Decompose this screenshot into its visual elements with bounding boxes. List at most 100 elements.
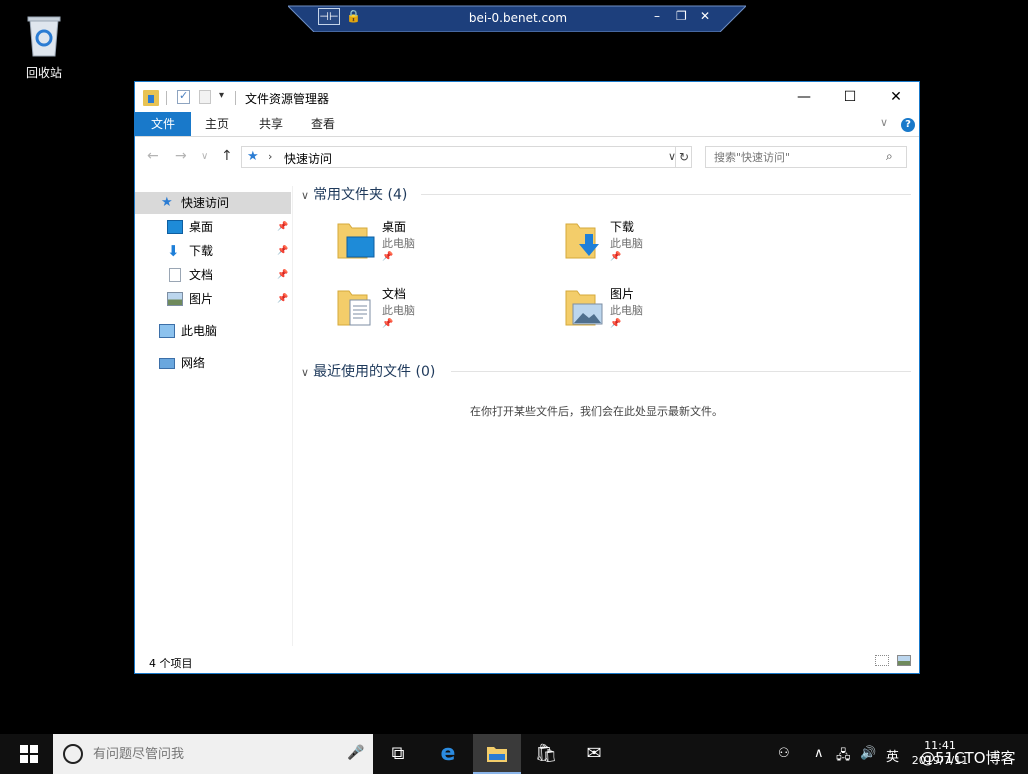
collapse-chevron-icon[interactable]: ∨	[301, 189, 309, 202]
empty-recent-message: 在你打开某些文件后，我们会在此处显示最新文件。	[470, 405, 723, 418]
nav-item-this-pc[interactable]: 此电脑	[135, 320, 291, 342]
people-icon[interactable]: ⚇	[778, 746, 790, 761]
properties-icon[interactable]	[177, 89, 190, 104]
pin-icon[interactable]: 📌	[382, 252, 393, 262]
window-title: 文件资源管理器	[245, 92, 330, 106]
refresh-icon[interactable]: ↻	[675, 146, 692, 168]
address-location[interactable]: 快速访问	[284, 150, 332, 167]
divider	[421, 194, 911, 195]
nav-item-label: 下载	[189, 244, 214, 258]
pin-icon[interactable]: 📌	[382, 319, 393, 329]
task-view-icon[interactable]: ⧉	[374, 734, 422, 774]
lock-icon: 🔒	[346, 9, 361, 23]
recycle-bin-label: 回收站	[25, 66, 62, 80]
microphone-icon[interactable]: 🎤	[347, 745, 364, 761]
nav-item-label: 网络	[181, 356, 206, 370]
input-language[interactable]: 英	[886, 746, 899, 765]
remote-host-title: bei-0.benet.com	[468, 11, 568, 25]
pin-icon[interactable]: 📌	[277, 288, 288, 310]
folder-name: 图片	[610, 287, 635, 301]
nav-item-desktop[interactable]: 桌面 📌	[135, 216, 291, 238]
pin-icon[interactable]: 📌	[277, 264, 288, 286]
remote-desktop-bar: ⊣⊢ 🔒 bei-0.benet.com – ❐ ✕	[288, 0, 746, 32]
taskbar-search-box[interactable]: 🎤	[53, 734, 373, 774]
file-explorer-window: ▾ 文件资源管理器 — ☐ ✕ 文件 主页 共享 查看 ∨ ? ← → ∨ ↑ …	[134, 81, 920, 674]
navigation-pane: ★ 快速访问 桌面 📌 ⬇ 下载 📌 文档 📌 图片 📌 此电脑 网络	[135, 186, 293, 646]
nav-item-quick-access[interactable]: ★ 快速访问	[135, 192, 291, 214]
folder-tile-desktop[interactable]: 桌面 此电脑 📌	[337, 218, 547, 274]
tab-file[interactable]: 文件	[135, 112, 191, 136]
nav-item-downloads[interactable]: ⬇ 下载 📌	[135, 240, 291, 262]
folder-location: 此电脑	[610, 304, 643, 317]
remote-minimize-button[interactable]: –	[654, 9, 660, 23]
remote-restore-button[interactable]: ❐	[676, 9, 687, 23]
nav-item-label: 文档	[189, 268, 214, 282]
download-icon: ⬇	[167, 242, 180, 260]
documents-folder-icon	[337, 290, 371, 326]
nav-item-network[interactable]: 网络	[135, 352, 291, 374]
file-explorer-taskbar-icon[interactable]	[473, 734, 521, 774]
large-icons-view-icon[interactable]	[897, 655, 911, 666]
group-heading-text: 最近使用的文件 (0)	[313, 364, 436, 380]
desktop-folder-icon	[337, 223, 375, 259]
cortana-icon[interactable]	[63, 744, 83, 764]
folder-tile-downloads[interactable]: 下载 此电脑 📌	[565, 218, 775, 274]
details-view-icon[interactable]	[875, 655, 889, 666]
maximize-button[interactable]: ☐	[827, 82, 873, 112]
folder-tile-documents[interactable]: 文档 此电脑 📌	[337, 285, 547, 341]
back-arrow-icon[interactable]: ←	[147, 148, 159, 164]
remote-close-button[interactable]: ✕	[700, 9, 710, 23]
mail-icon[interactable]: ✉	[570, 734, 618, 774]
address-bar[interactable]: ★ › 快速访问 ∨	[241, 146, 692, 168]
search-box[interactable]: ⌕	[705, 146, 907, 168]
tab-share[interactable]: 共享	[251, 112, 291, 136]
divider	[451, 371, 911, 372]
recycle-bin[interactable]: 回收站	[14, 12, 74, 81]
frequent-folders-heading[interactable]: ∨ 常用文件夹 (4)	[301, 184, 407, 204]
network-warning-icon[interactable]: 🖧	[836, 746, 851, 768]
edge-browser-icon[interactable]: e	[424, 734, 472, 774]
help-icon[interactable]: ?	[901, 118, 915, 132]
pin-icon[interactable]: 📌	[277, 216, 288, 238]
minimize-button[interactable]: —	[781, 82, 827, 112]
folder-name: 文档	[382, 287, 407, 301]
folder-location: 此电脑	[382, 304, 415, 317]
pin-icon[interactable]: ⊣⊢	[318, 8, 340, 25]
expand-ribbon-chevron-icon[interactable]: ∨	[880, 116, 888, 129]
forward-arrow-icon[interactable]: →	[175, 148, 187, 164]
nav-item-label: 图片	[189, 292, 214, 306]
nav-item-documents[interactable]: 文档 📌	[135, 264, 291, 286]
taskbar-search-input[interactable]	[93, 744, 333, 764]
recent-files-heading[interactable]: ∨ 最近使用的文件 (0)	[301, 361, 435, 381]
recent-locations-chevron-icon[interactable]: ∨	[201, 151, 208, 162]
desktop-icon	[167, 220, 183, 234]
pin-icon[interactable]: 📌	[277, 240, 288, 262]
volume-icon[interactable]: 🔊	[860, 746, 876, 761]
folder-location: 此电脑	[382, 237, 415, 250]
breadcrumb-chevron-icon[interactable]: ›	[268, 150, 272, 163]
tab-view[interactable]: 查看	[303, 112, 343, 136]
recycle-bin-icon	[24, 12, 64, 58]
windows-start-icon[interactable]	[20, 745, 38, 763]
ribbon-tabs: 文件 主页 共享 查看 ∨ ?	[135, 112, 919, 137]
search-icon[interactable]: ⌕	[886, 149, 893, 164]
search-input[interactable]	[706, 147, 882, 167]
tab-home[interactable]: 主页	[197, 112, 237, 136]
store-icon[interactable]: 🛍	[522, 734, 570, 774]
nav-item-pictures[interactable]: 图片 📌	[135, 288, 291, 310]
pin-icon[interactable]: 📌	[610, 319, 621, 329]
pin-icon[interactable]: 📌	[610, 252, 621, 262]
nav-item-label: 快速访问	[181, 196, 230, 210]
show-hidden-icons-chevron-icon[interactable]: ∧	[814, 746, 824, 761]
pictures-folder-icon	[565, 290, 603, 326]
close-button[interactable]: ✕	[873, 82, 919, 112]
customize-toolbar-chevron-icon[interactable]: ▾	[219, 90, 224, 101]
title-bar: ▾ 文件资源管理器 — ☐ ✕	[135, 82, 919, 112]
folder-tile-pictures[interactable]: 图片 此电脑 📌	[565, 285, 775, 341]
collapse-chevron-icon[interactable]: ∨	[301, 366, 309, 379]
new-folder-icon[interactable]	[199, 90, 211, 104]
folder-name: 下载	[610, 220, 635, 234]
up-arrow-icon[interactable]: ↑	[221, 148, 233, 164]
picture-icon	[167, 292, 183, 306]
quick-access-star-icon: ★	[247, 149, 259, 164]
